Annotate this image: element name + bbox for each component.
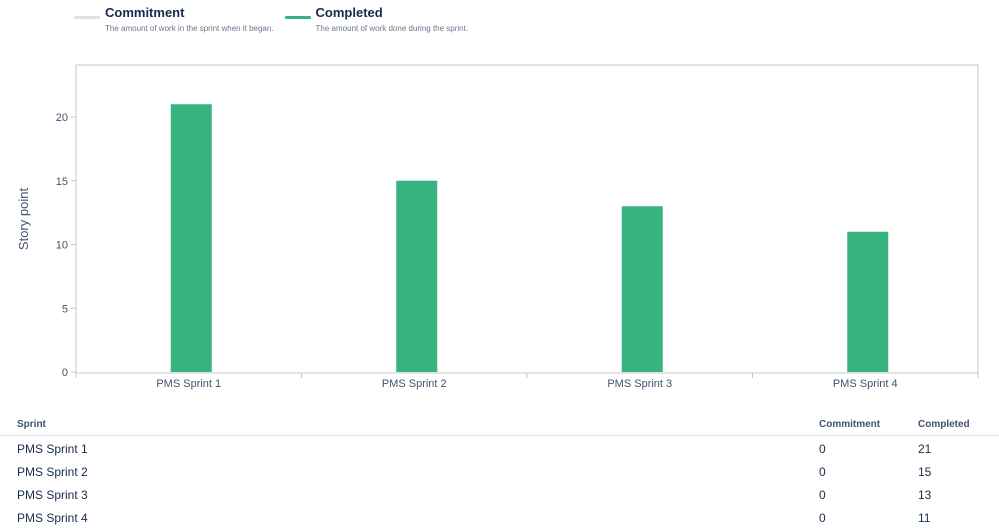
bar-series bbox=[170, 104, 889, 372]
y-axis: 0 5 10 15 20 bbox=[56, 112, 76, 379]
row-sprint-name[interactable]: PMS Sprint 1 bbox=[17, 442, 88, 456]
x-tick-label: PMS Sprint 4 bbox=[833, 378, 898, 390]
row-sprint-name[interactable]: PMS Sprint 4 bbox=[17, 511, 88, 525]
y-tick-label: 20 bbox=[56, 112, 68, 124]
x-tick-label: PMS Sprint 2 bbox=[382, 378, 447, 390]
header-commitment[interactable]: Commitment bbox=[819, 419, 880, 430]
header-sprint[interactable]: Sprint bbox=[17, 419, 46, 430]
row-commitment: 0 bbox=[819, 442, 826, 456]
sprint-table: Sprint Commitment Completed PMS Sprint 1… bbox=[0, 416, 999, 528]
x-tick-label: PMS Sprint 1 bbox=[156, 378, 221, 390]
y-tick-label: 5 bbox=[62, 303, 68, 315]
row-completed: 21 bbox=[918, 442, 932, 456]
row-completed: 15 bbox=[918, 465, 932, 479]
row-sprint-name[interactable]: PMS Sprint 3 bbox=[17, 488, 88, 502]
bar-completed[interactable] bbox=[396, 180, 438, 372]
bar-completed[interactable] bbox=[847, 231, 889, 372]
y-tick-label: 10 bbox=[56, 240, 68, 252]
table-row: PMS Sprint 2 0 15 bbox=[0, 459, 999, 482]
x-tick-label: PMS Sprint 3 bbox=[607, 378, 672, 390]
y-tick-label: 0 bbox=[62, 367, 68, 379]
bar-chart: 05101520 PMS Sprint 1 PMS Sprint 2 PMS Spr… bbox=[16, 64, 979, 390]
table-row: PMS Sprint 3 0 13 bbox=[0, 482, 999, 505]
row-commitment: 0 bbox=[819, 511, 826, 525]
row-commitment: 0 bbox=[819, 465, 826, 479]
table-header: Sprint Commitment Completed bbox=[0, 416, 999, 436]
x-axis: PMS Sprint 1 PMS Sprint 2 PMS Sprint 3 PMS … bbox=[75, 373, 979, 390]
row-sprint-name[interactable]: PMS Sprint 2 bbox=[17, 465, 88, 479]
row-commitment: 0 bbox=[819, 488, 826, 502]
row-completed: 13 bbox=[918, 488, 932, 502]
y-tick-label: 15 bbox=[56, 176, 68, 188]
header-completed[interactable]: Completed bbox=[918, 419, 970, 430]
row-completed: 11 bbox=[918, 511, 931, 525]
bar-completed[interactable] bbox=[170, 104, 212, 372]
table-row: PMS Sprint 1 0 21 bbox=[0, 436, 999, 459]
y-axis-title: Story point bbox=[16, 188, 31, 251]
bar-completed[interactable] bbox=[621, 206, 663, 372]
